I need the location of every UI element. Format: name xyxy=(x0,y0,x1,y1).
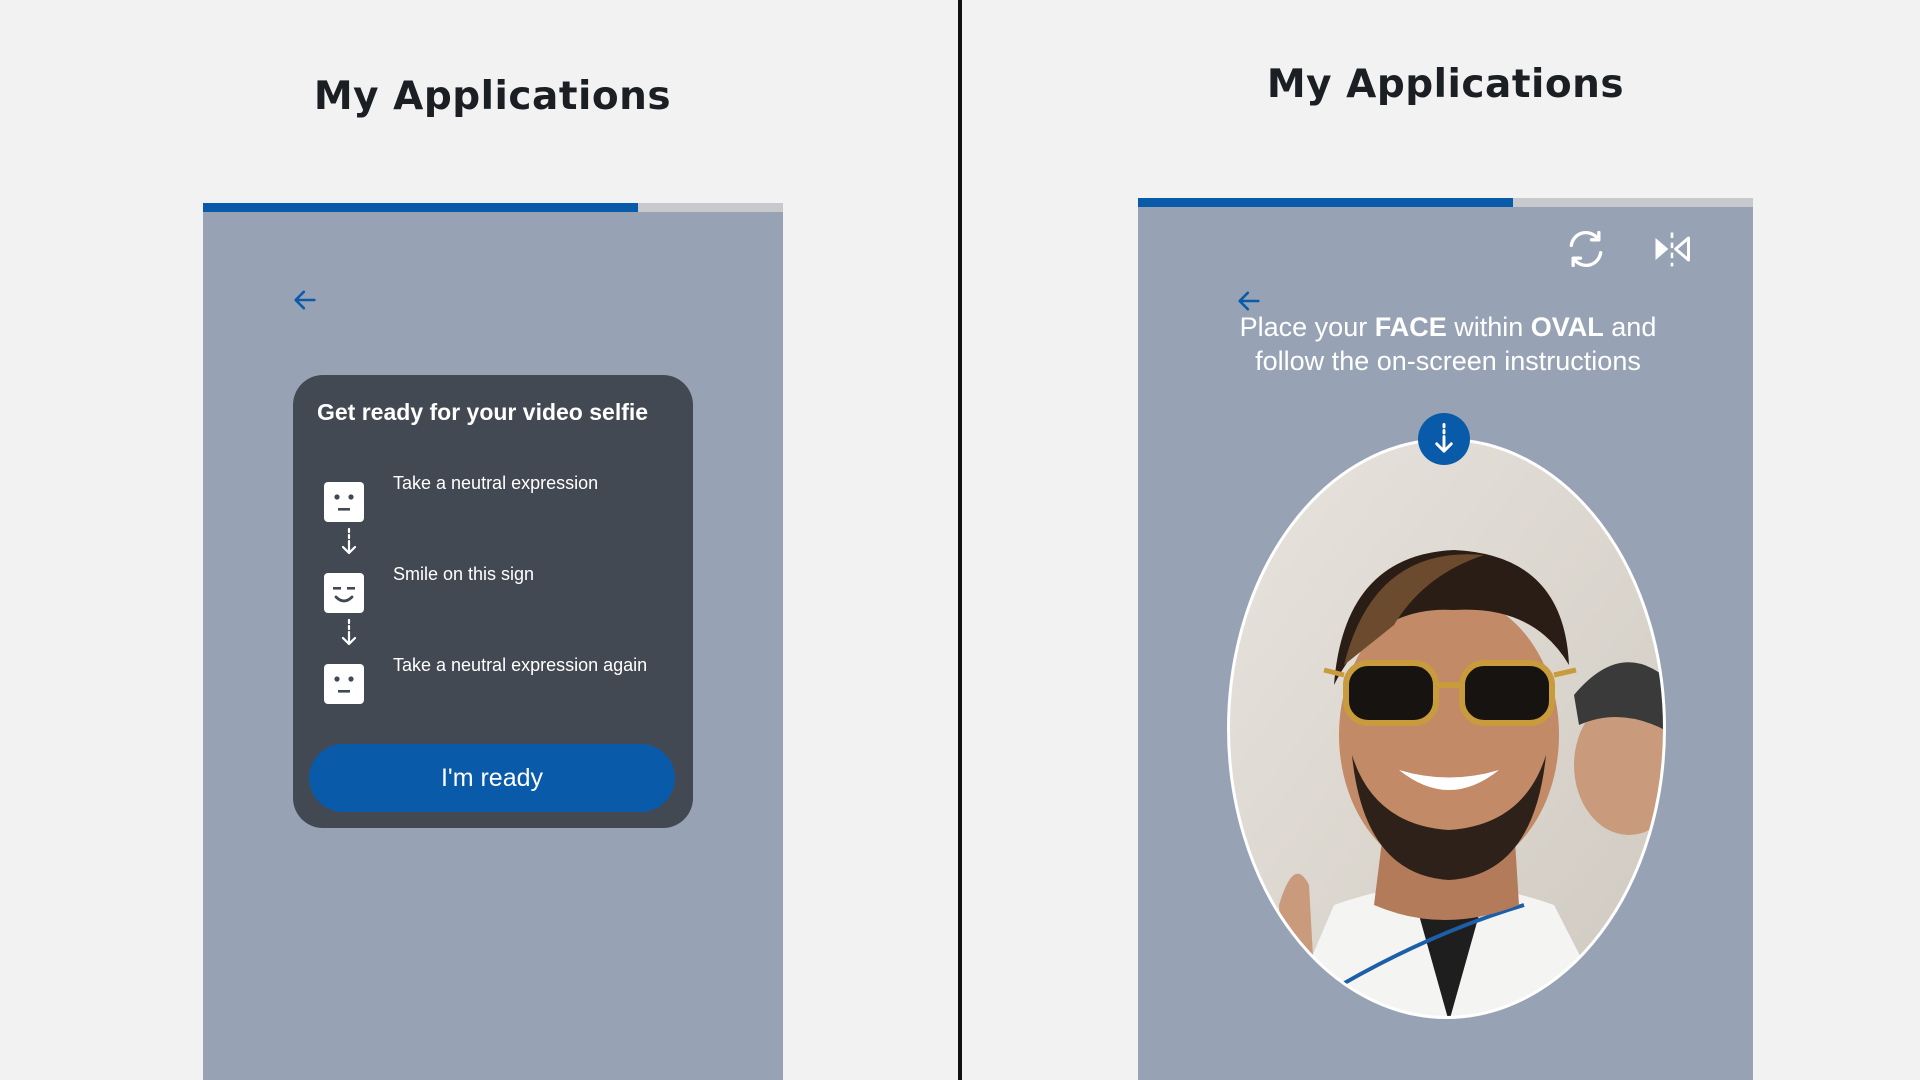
right-panel: My Applications Place your FACE within O… xyxy=(962,0,1920,1080)
back-button[interactable] xyxy=(285,280,325,320)
selfie-prep-screen: Get ready for your video selfie Take a n… xyxy=(203,203,783,1080)
progress-bar xyxy=(1138,198,1753,207)
progress-bar xyxy=(203,203,783,212)
down-indicator xyxy=(1418,413,1470,465)
instruction-text: Place your FACE within OVAL and follow t… xyxy=(1239,312,1657,376)
arrow-down-icon xyxy=(1435,422,1453,453)
progress-fill xyxy=(1138,198,1514,207)
im-ready-button[interactable]: I'm ready xyxy=(309,744,675,812)
back-arrow-icon xyxy=(294,290,316,310)
left-panel: My Applications Get ready for your video… xyxy=(0,0,958,1080)
page-title: My Applications xyxy=(1266,62,1625,107)
step-label: Take a neutral expression again xyxy=(393,655,648,675)
arrow-down-icon xyxy=(341,618,357,646)
mirror-button[interactable] xyxy=(1646,223,1698,275)
switch-camera-button[interactable] xyxy=(1560,223,1612,275)
face-oval xyxy=(1224,435,1669,1022)
instructions-card: Get ready for your video selfie Take a n… xyxy=(293,375,693,828)
neutral-face-icon xyxy=(324,482,364,522)
mirror-flip-icon xyxy=(1655,232,1690,267)
arrow-down-icon xyxy=(341,527,357,555)
smile-face-icon xyxy=(324,573,364,613)
camera-screen: Place your FACE within OVAL and follow t… xyxy=(1138,198,1753,1080)
switch-camera-icon xyxy=(1569,230,1603,268)
step-label: Take a neutral expression xyxy=(393,473,599,493)
card-title: Get ready for your video selfie xyxy=(317,399,649,425)
camera-preview xyxy=(1227,438,1666,1019)
page-title: My Applications xyxy=(313,74,672,119)
step-label: Smile on this sign xyxy=(393,564,535,584)
neutral-face-icon xyxy=(324,664,364,704)
progress-fill xyxy=(203,203,638,212)
